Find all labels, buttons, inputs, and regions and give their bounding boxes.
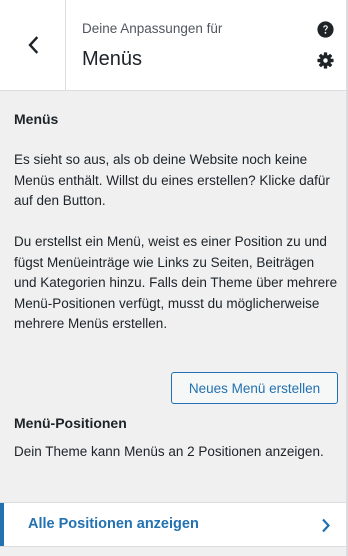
accent-bar <box>0 503 4 546</box>
chevron-left-icon <box>27 36 38 54</box>
new-menu-button[interactable]: Neues Menü erstellen <box>171 372 338 404</box>
customizer-panel: Deine Anpassungen für Menüs Menüs Es sie… <box>0 0 348 556</box>
all-positions-label: Alle Positionen anzeigen <box>28 516 199 532</box>
menu-positions-title: Menü-Positionen <box>14 415 127 431</box>
all-positions-link[interactable]: Alle Positionen anzeigen <box>0 502 346 547</box>
menu-positions-description: Dein Theme kann Menüs an 2 Positionen an… <box>14 444 324 459</box>
help-icon[interactable] <box>317 21 334 38</box>
back-button[interactable] <box>0 0 66 90</box>
gear-icon[interactable] <box>317 52 334 69</box>
panel-header: Deine Anpassungen für Menüs <box>0 0 346 91</box>
page-title: Menüs <box>82 48 143 70</box>
menus-explanation: Du erstellst ein Menü, weist es einer Po… <box>14 234 338 331</box>
no-menus-description: Es sieht so aus, als ob deine Website no… <box>14 152 330 208</box>
menus-section-title: Menüs <box>14 111 59 127</box>
chevron-right-icon <box>322 518 330 533</box>
header-subtitle: Deine Anpassungen für <box>82 21 223 36</box>
